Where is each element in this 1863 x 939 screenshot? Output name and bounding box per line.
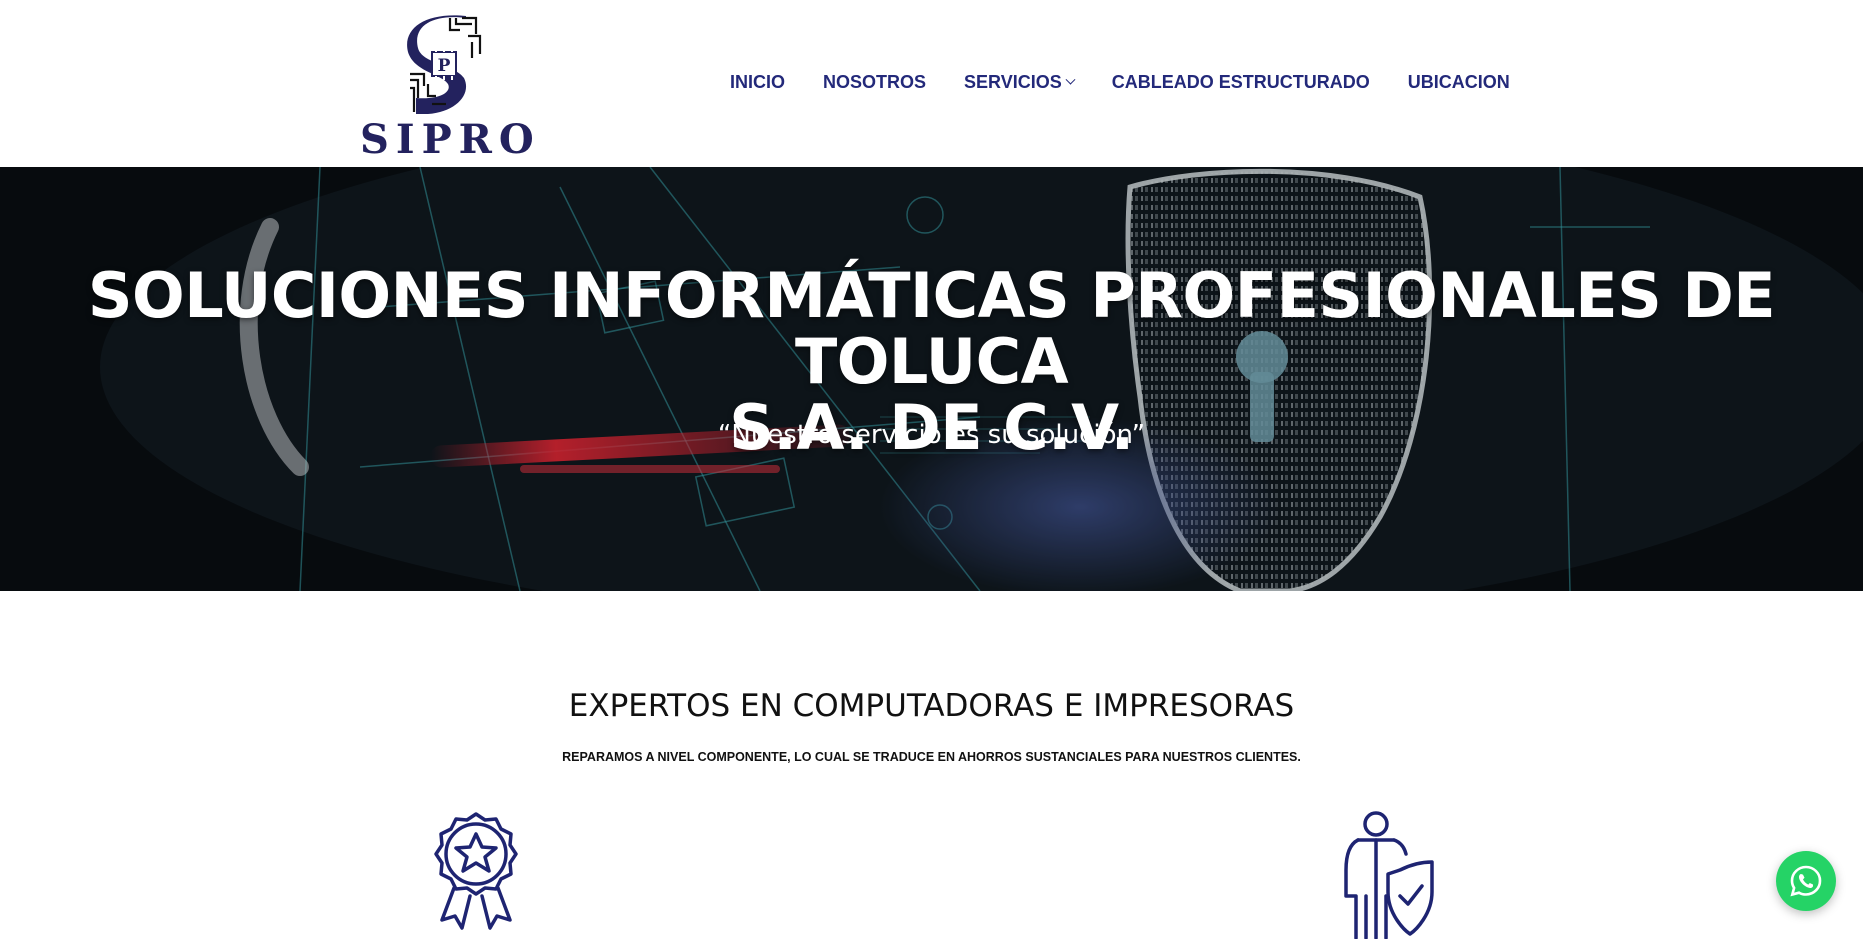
brand-name: SIPRO [360, 116, 541, 163]
hero-title-line-1: SOLUCIONES INFORMÁTICAS PROFESIONALES DE… [87, 259, 1776, 398]
sipro-logo[interactable]: P SIPRO [360, 14, 534, 163]
nav-item-label: NOSOTROS [823, 72, 927, 92]
nav-item-servicios[interactable]: SERVICIOS [964, 72, 1076, 93]
whatsapp-button[interactable] [1776, 851, 1836, 911]
hero-subtitle: “Nuestro servicio es su solución” [717, 420, 1146, 450]
nav-item-label: CABLEADO ESTRUCTURADO [1111, 72, 1370, 92]
nav-item-cableado-estructurado[interactable]: CABLEADO ESTRUCTURADO [1112, 72, 1370, 93]
svg-text:P: P [438, 56, 451, 76]
nav-item-label: INICIO [730, 72, 786, 92]
whatsapp-icon [1790, 865, 1822, 897]
person-shield-icon [1344, 811, 1434, 939]
main-nav: INICIO NOSOTROS SERVICIOS CABLEADO ESTRU… [730, 72, 1510, 93]
hero-banner: SOLUCIONES INFORMÁTICAS PROFESIONALES DE… [0, 167, 1863, 591]
nav-item-label: UBICACION [1407, 72, 1510, 92]
section-subtitle: REPARAMOS A NIVEL COMPONENTE, LO CUAL SE… [562, 750, 1301, 764]
award-badge-icon [434, 812, 518, 930]
nav-item-label: SERVICIOS [964, 72, 1062, 92]
nav-item-nosotros[interactable]: NOSOTROS [823, 72, 926, 93]
nav-item-ubicacion[interactable]: UBICACION [1408, 72, 1510, 93]
sipro-chip-s-logo-icon: P [407, 15, 482, 115]
chevron-down-icon [1065, 74, 1076, 85]
nav-item-inicio[interactable]: INICIO [730, 72, 785, 93]
section-title: EXPERTOS EN COMPUTADORAS E IMPRESORAS [568, 688, 1295, 724]
site-header: P SIPRO INICIO NOSOTROS SERVICIOS CABLEA… [0, 0, 1863, 167]
